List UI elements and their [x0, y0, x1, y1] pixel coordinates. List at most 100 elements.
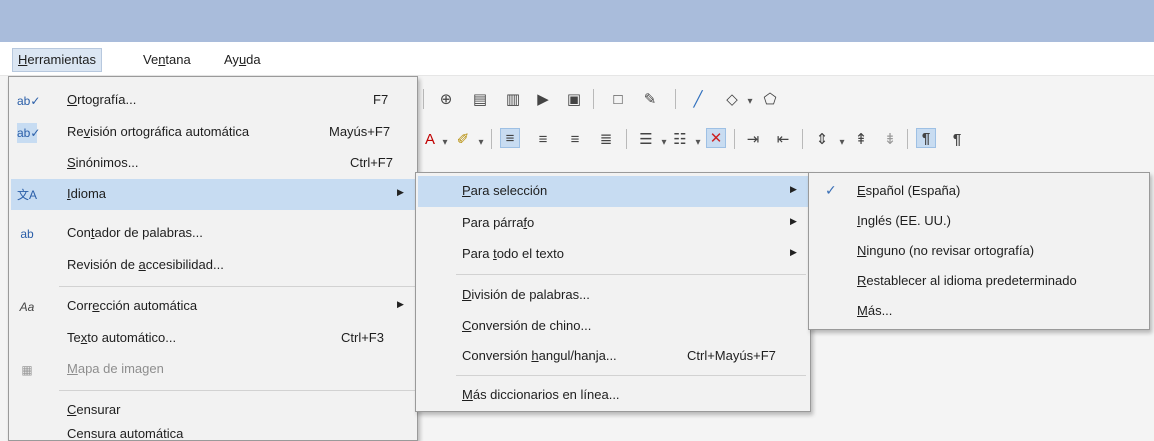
- selection-language-submenu: ✓ Español (España) Inglés (EE. UU.) Ning…: [808, 172, 1150, 330]
- label-pre: Conversión: [462, 348, 532, 363]
- label-pre: Re: [67, 124, 84, 139]
- bookmark-icon[interactable]: ▶: [533, 89, 553, 109]
- footnote-icon[interactable]: ▤: [470, 89, 490, 109]
- menu-item-label: Ortografía...: [67, 92, 136, 107]
- toolbar-separator: [491, 129, 492, 149]
- menu-label-pre: Ay: [224, 52, 239, 67]
- chevron-down-icon[interactable]: ▾: [837, 132, 847, 152]
- chevron-down-icon[interactable]: ▾: [659, 132, 669, 152]
- menu-item-para-seleccion[interactable]: Para selección ▶: [418, 176, 808, 207]
- label-mnemonic: R: [857, 273, 867, 288]
- menu-label-post: tana: [165, 52, 191, 67]
- label-mnemonic: O: [67, 92, 78, 107]
- label-pre: Revisión de: [67, 257, 139, 272]
- menubar: Herramientas Ventana Ayuda: [0, 42, 1154, 76]
- tools-menu: ab✓ Ortografía... F7 ab✓ Revisión ortogr…: [8, 76, 418, 441]
- menu-item-idioma[interactable]: 文A Idioma ▶: [11, 179, 415, 210]
- decrease-paragraph-spacing-icon[interactable]: ⇟: [880, 129, 900, 149]
- menu-item-label: Más...: [857, 303, 892, 318]
- text-direction-icon[interactable]: ¶: [947, 129, 967, 149]
- menu-item-revision-automatica[interactable]: ab✓ Revisión ortográfica automática Mayú…: [11, 117, 415, 148]
- label-post: ivisión de palabras...: [471, 287, 590, 302]
- menu-item-label: Revisión ortográfica automática: [67, 124, 249, 139]
- menu-item-label: Revisión de accesibilidad...: [67, 257, 224, 272]
- menu-item-censura-automatica[interactable]: Censura automática: [11, 422, 415, 440]
- window-titlebar: [0, 0, 1154, 42]
- menu-item-label: División de palabras...: [462, 287, 590, 302]
- unordered-list-icon[interactable]: ☰: [636, 129, 656, 149]
- menu-item-contador[interactable]: ab Contador de palabras...: [11, 218, 415, 249]
- cross-reference-icon[interactable]: ▣: [564, 89, 584, 109]
- align-right-icon[interactable]: ≡: [565, 129, 585, 149]
- menu-item-label: Conversión de chino...: [462, 318, 591, 333]
- menu-item-conversion-chino[interactable]: Conversión de chino...: [418, 311, 808, 342]
- menu-item-espanol[interactable]: ✓ Español (España): [811, 176, 1147, 207]
- justify-icon[interactable]: ≣: [596, 129, 616, 149]
- menu-item-label: Idioma: [67, 186, 106, 201]
- menu-ayuda[interactable]: Ayuda: [219, 48, 266, 72]
- label-mnemonic: h: [531, 348, 539, 363]
- menu-item-accesibilidad[interactable]: Revisión de accesibilidad...: [11, 250, 415, 281]
- menu-herramientas[interactable]: Herramientas: [12, 48, 103, 72]
- menu-ventana[interactable]: Ventana: [138, 48, 196, 72]
- label-mnemonic: e: [92, 298, 100, 313]
- chevron-down-icon[interactable]: ▾: [440, 132, 450, 152]
- track-changes-icon[interactable]: ✎: [640, 89, 660, 109]
- label-post: ensurar: [76, 402, 121, 417]
- menu-item-shortcut: Ctrl+F7: [350, 155, 393, 170]
- ordered-list-icon[interactable]: ☷: [670, 129, 690, 149]
- menu-item-correccion[interactable]: Aa Corrección automática ▶: [11, 291, 415, 322]
- image-map-icon: ▦: [21, 363, 33, 377]
- no-list-icon[interactable]: ✕: [706, 128, 726, 148]
- chevron-down-icon[interactable]: ▾: [745, 91, 755, 111]
- menu-label-post: da: [246, 52, 261, 67]
- highlight-icon[interactable]: ✐: [453, 129, 473, 149]
- basic-shapes-icon[interactable]: ◇: [722, 89, 742, 109]
- menu-item-para-parrafo[interactable]: Para párrafo ▶: [418, 208, 808, 239]
- menu-item-label: Mapa de imagen: [67, 361, 164, 376]
- font-color-icon[interactable]: A: [420, 129, 440, 149]
- align-left-icon[interactable]: ≡: [500, 128, 520, 148]
- menu-item-mapa-imagen: ▦ Mapa de imagen: [11, 354, 415, 385]
- submenu-arrow-icon: ▶: [397, 299, 404, 309]
- menu-item-label: Corrección automática: [67, 298, 197, 313]
- menu-label-pre: Ve: [143, 52, 159, 67]
- toolbar-separator: [675, 89, 676, 109]
- label-pre: Con: [67, 225, 91, 240]
- menu-item-label: Español (España): [857, 183, 960, 198]
- menu-item-mas[interactable]: Más...: [811, 296, 1147, 327]
- hyperlink-icon[interactable]: ⊕: [436, 89, 456, 109]
- menu-item-ortografia[interactable]: ab✓ Ortografía... F7: [11, 85, 415, 116]
- menu-item-shortcut: Mayús+F7: [329, 124, 391, 139]
- increase-indent-icon[interactable]: ⇥: [743, 129, 763, 149]
- formatting-marks-icon[interactable]: ¶: [916, 128, 936, 148]
- chevron-down-icon[interactable]: ▾: [693, 132, 703, 152]
- menu-item-sinonimos[interactable]: Sinónimos... Ctrl+F7: [11, 148, 415, 179]
- label-mnemonic: C: [67, 402, 77, 417]
- menu-item-label: Texto automático...: [67, 330, 176, 345]
- menu-item-mas-diccionarios[interactable]: Más diccionarios en línea...: [418, 380, 808, 411]
- menu-item-para-todo-el-texto[interactable]: Para todo el texto ▶: [418, 239, 808, 270]
- draw-functions-icon[interactable]: ⬠: [760, 89, 780, 109]
- language-submenu: Para selección ▶ Para párrafo ▶ Para tod…: [415, 172, 811, 412]
- menu-item-label: Censura automática: [67, 426, 184, 440]
- comment-icon[interactable]: □: [608, 89, 628, 109]
- align-center-icon[interactable]: ≡: [533, 129, 553, 149]
- menu-item-division-palabras[interactable]: División de palabras...: [418, 280, 808, 311]
- menu-item-restablecer[interactable]: Restablecer al idioma predeterminado: [811, 266, 1147, 297]
- label-post: ás...: [867, 303, 893, 318]
- endnote-icon[interactable]: ▥: [503, 89, 523, 109]
- chevron-down-icon[interactable]: ▾: [476, 132, 486, 152]
- submenu-arrow-icon: ▶: [397, 187, 404, 197]
- menu-item-ninguno[interactable]: Ninguno (no revisar ortografía): [811, 236, 1147, 267]
- line-icon[interactable]: ╱: [688, 89, 708, 109]
- label-mnemonic: M: [462, 387, 473, 402]
- line-spacing-icon[interactable]: ⇕: [812, 129, 832, 149]
- menu-item-ingles[interactable]: Inglés (EE. UU.): [811, 206, 1147, 237]
- menu-item-texto-automatico[interactable]: Texto automático... Ctrl+F3: [11, 323, 415, 354]
- menu-item-conversion-hangul[interactable]: Conversión hangul/hanja... Ctrl+Mayús+F7: [418, 341, 808, 372]
- menu-item-shortcut: F7: [373, 92, 389, 107]
- increase-paragraph-spacing-icon[interactable]: ⇞: [851, 129, 871, 149]
- label-pre: Para párra: [462, 215, 524, 230]
- decrease-indent-icon[interactable]: ⇤: [773, 129, 793, 149]
